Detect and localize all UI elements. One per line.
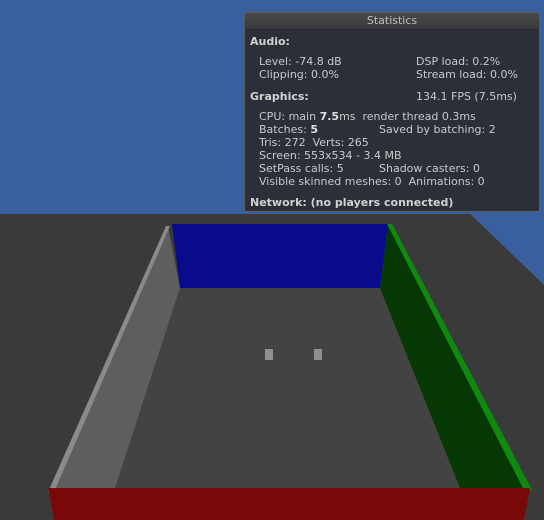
cpu-label: CPU: main xyxy=(259,110,320,123)
panel-title: Statistics xyxy=(245,13,539,30)
tris-verts: Tris: 272 Verts: 265 xyxy=(259,136,369,149)
visible-skinned-meshes: Visible skinned meshes: 0 Animations: 0 xyxy=(259,175,485,188)
audio-header: Audio: xyxy=(250,35,290,48)
cpu-main-value: 7.5 xyxy=(319,110,340,123)
audio-dsp-load: DSP load: 0.2% xyxy=(416,55,501,68)
audio-stream-load: Stream load: 0.0% xyxy=(416,68,518,81)
network-status: Network: (no players connected) xyxy=(250,196,454,209)
small-cube xyxy=(314,349,322,360)
small-cube xyxy=(265,349,273,360)
screen-info: Screen: 553x534 - 3.4 MB xyxy=(259,149,402,162)
front-wall xyxy=(48,488,530,520)
shadow-casters: Shadow casters: 0 xyxy=(379,162,480,175)
statistics-panel: Statistics Audio: Level: -74.8 dB DSP lo… xyxy=(244,12,540,212)
audio-clipping: Clipping: 0.0% xyxy=(259,68,339,81)
back-wall xyxy=(172,224,388,288)
batches-line: Batches: 5 xyxy=(259,123,318,136)
fps-readout: 134.1 FPS (7.5ms) xyxy=(416,90,517,103)
batches-value: 5 xyxy=(310,123,318,136)
setpass-calls: SetPass calls: 5 xyxy=(259,162,344,175)
graphics-header: Graphics: xyxy=(250,90,309,103)
audio-level: Level: -74.8 dB xyxy=(259,55,342,68)
cpu-line: CPU: main 7.5ms render thread 0.3ms xyxy=(259,110,476,123)
batches-label: Batches: xyxy=(259,123,311,136)
saved-by-batching: Saved by batching: 2 xyxy=(379,123,496,136)
cpu-render-thread: ms render thread 0.3ms xyxy=(339,110,476,123)
